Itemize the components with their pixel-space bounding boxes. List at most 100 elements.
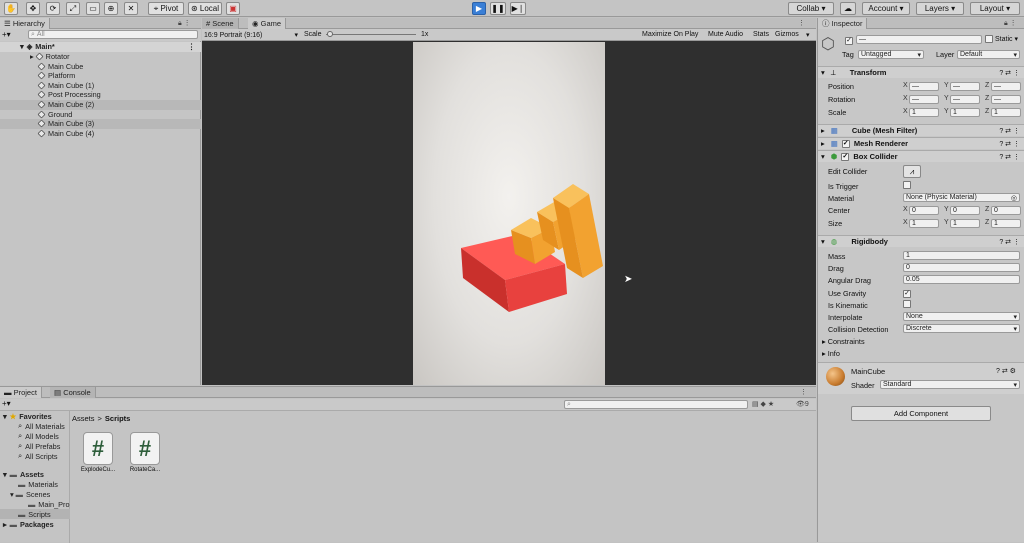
pivot-button[interactable]: ⌖ Pivot (148, 2, 184, 15)
favorite-all-prefabs[interactable]: ⌕ All Prefabs (0, 441, 60, 451)
tab-console[interactable]: ▤ Console (50, 387, 96, 398)
rect-tool-icon[interactable]: ▭ (86, 2, 100, 15)
create-plus-icon[interactable]: +▾ (2, 30, 11, 39)
game-viewport[interactable] (413, 42, 605, 385)
mesh-filter-header[interactable]: ▸ ▦ Cube (Mesh Filter) ? ⇄ ⋮ (818, 124, 1024, 136)
transform-tool-icon[interactable]: ⊕ (104, 2, 118, 15)
constraints-foldout[interactable]: ▸ Constraints (822, 337, 865, 346)
script-file-explode[interactable]: # ExplodeCu... (80, 432, 116, 474)
size-y-field[interactable]: 1 (950, 219, 980, 228)
object-name-field[interactable]: — (856, 35, 982, 44)
box-collider-enabled-checkbox[interactable]: ✓ (841, 152, 850, 161)
foldout-arrow-icon[interactable]: ▾ (821, 152, 825, 161)
lock-icon[interactable]: 🔒︎ ⋮ (178, 19, 191, 28)
scale-y-field[interactable]: 1 (950, 108, 980, 117)
layers-dropdown[interactable]: Layers ▾ (916, 2, 964, 15)
hierarchy-item-platform[interactable]: Platform (0, 71, 201, 81)
scale-slider-thumb[interactable] (327, 31, 333, 37)
component-help-settings-icons[interactable]: ? ⇄ ⋮ (999, 238, 1020, 246)
size-z-field[interactable]: 1 (991, 219, 1021, 228)
move-tool-icon[interactable]: ✥ (26, 2, 40, 15)
mass-field[interactable]: 1 (903, 251, 1020, 260)
extra-tool-icon[interactable]: ▣ (226, 2, 240, 15)
object-picker-icon[interactable]: ◎ (1011, 194, 1017, 202)
breadcrumb-scripts[interactable]: Scripts (105, 414, 130, 423)
center-x-field[interactable]: 0 (909, 206, 939, 215)
cloud-icon[interactable]: ☁ (840, 2, 856, 15)
layout-dropdown[interactable]: Layout ▾ (970, 2, 1020, 15)
tab-scene[interactable]: # Scene (202, 18, 239, 29)
center-z-field[interactable]: 0 (991, 206, 1021, 215)
hierarchy-item-rotator[interactable]: ▸ Rotator (0, 52, 201, 62)
tab-project[interactable]: ▬ Project (0, 387, 42, 398)
hierarchy-item-main-cube-3[interactable]: Main Cube (3) (0, 119, 201, 129)
foldout-arrow-icon[interactable]: ▾ (821, 68, 825, 77)
aspect-dropdown[interactable]: 16:9 Portrait (9:16) ▾ (204, 30, 298, 40)
mesh-renderer-header[interactable]: ▸ ▦ ✓ Mesh Renderer ? ⇄ ⋮ (818, 137, 1024, 149)
favorite-all-scripts[interactable]: ⌕ All Scripts (0, 451, 58, 461)
layer-dropdown[interactable]: Default ▾ (957, 50, 1020, 59)
position-y-field[interactable]: — (950, 82, 980, 91)
rotation-y-field[interactable]: — (950, 95, 980, 104)
physic-material-field[interactable]: None (Physic Material) ◎ (903, 193, 1020, 202)
center-y-field[interactable]: 0 (950, 206, 980, 215)
step-button[interactable]: ▶❘ (510, 2, 526, 15)
game-menu-icon[interactable]: ⋮ (798, 19, 805, 27)
folder-scripts[interactable]: ▬ Scripts (0, 509, 70, 519)
shader-dropdown[interactable]: Standard ▾ (880, 380, 1020, 389)
box-collider-header[interactable]: ▾ ⬢ ✓ Box Collider ? ⇄ ⋮ (818, 150, 1024, 162)
material-settings-icons[interactable]: ? ⇄ ⚙ (996, 367, 1016, 375)
packages-folder[interactable]: ▸ ▬ Packages (0, 519, 54, 529)
local-button[interactable]: ⊛ Local (188, 2, 222, 15)
scale-z-field[interactable]: 1 (991, 108, 1021, 117)
component-help-settings-icons[interactable]: ? ⇄ ⋮ (999, 127, 1020, 135)
favorites-section[interactable]: ▾ ★ Favorites (0, 411, 52, 421)
foldout-arrow-icon[interactable]: ▸ (821, 139, 825, 148)
drag-field[interactable]: 0 (903, 263, 1020, 272)
mesh-renderer-enabled-checkbox[interactable]: ✓ (841, 139, 850, 148)
stats-toggle[interactable]: Stats (753, 31, 769, 38)
scale-x-field[interactable]: 1 (909, 108, 939, 117)
filter-icons[interactable]: ▤ ◆ ★ (752, 400, 774, 408)
info-foldout[interactable]: ▸ Info (822, 349, 840, 358)
collab-dropdown[interactable]: Collab ▾ (788, 2, 834, 15)
tab-game[interactable]: ◉ Game (248, 18, 287, 29)
breadcrumb-assets[interactable]: Assets (72, 414, 95, 423)
pause-button[interactable]: ❚❚ (490, 2, 506, 15)
hierarchy-item-post-processing[interactable]: Post Processing (0, 90, 201, 100)
scene-menu-icon[interactable]: ⋮ (188, 42, 195, 51)
rigidbody-header[interactable]: ▾ ◍ Rigidbody ? ⇄ ⋮ (818, 235, 1024, 247)
size-x-field[interactable]: 1 (909, 219, 939, 228)
hierarchy-search-input[interactable]: ⌕ All (28, 30, 198, 39)
interpolate-dropdown[interactable]: None ▾ (903, 312, 1020, 321)
expand-arrow-icon[interactable]: ▾ (20, 42, 24, 51)
assets-folder[interactable]: ▾ ▬ Assets (0, 469, 44, 479)
folder-materials[interactable]: ▬ Materials (0, 479, 58, 489)
custom-tool-icon[interactable]: ✕ (124, 2, 138, 15)
tag-dropdown[interactable]: Untagged ▾ (858, 50, 924, 59)
position-x-field[interactable]: — (909, 82, 939, 91)
maximize-on-play-toggle[interactable]: Maximize On Play (642, 31, 698, 38)
folder-scenes[interactable]: ▾ ▬ Scenes (0, 489, 50, 499)
hierarchy-root-scene[interactable]: ▾ ◈ Main* ⋮ (0, 42, 201, 52)
hidden-packages-count[interactable]: 👁︎9 (796, 400, 809, 408)
play-button[interactable]: ▶ (472, 2, 486, 15)
folder-main-profile[interactable]: ▬ Main_Pro (0, 499, 70, 509)
component-help-settings-icons[interactable]: ? ⇄ ⋮ (999, 140, 1020, 148)
collision-detection-dropdown[interactable]: Discrete ▾ (903, 324, 1020, 333)
hierarchy-item-main-cube-4[interactable]: Main Cube (4) (0, 129, 201, 139)
component-help-settings-icons[interactable]: ? ⇄ ⋮ (999, 69, 1020, 77)
rotate-tool-icon[interactable]: ⟳ (46, 2, 60, 15)
is-trigger-checkbox[interactable] (903, 181, 911, 191)
project-menu-icon[interactable]: ⋮ (800, 388, 807, 396)
foldout-arrow-icon[interactable]: ▾ (821, 237, 825, 246)
static-toggle[interactable]: Static ▾ (985, 35, 1018, 43)
tab-inspector[interactable]: ⓘ Inspector (818, 18, 868, 29)
tab-hierarchy[interactable]: ☰ Hierarchy (0, 18, 50, 29)
chevron-down-icon[interactable]: ▾ (806, 31, 810, 39)
rotation-x-field[interactable]: — (909, 95, 939, 104)
active-checkbox[interactable]: ✓ (845, 35, 853, 45)
rotation-z-field[interactable]: — (991, 95, 1021, 104)
account-dropdown[interactable]: Account ▾ (862, 2, 910, 15)
edit-collider-button[interactable]: ⩘ (903, 165, 921, 178)
